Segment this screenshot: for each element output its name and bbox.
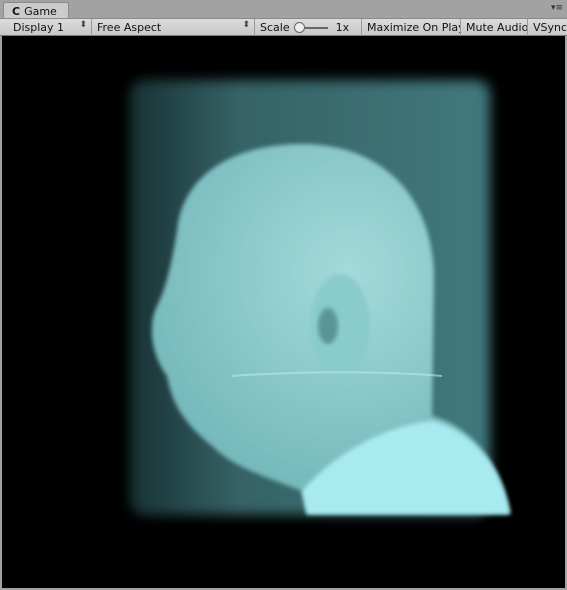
mute-label: Mute Audio (466, 21, 528, 34)
tab-bar: C Game ▾≡ (0, 0, 567, 19)
mute-audio-toggle[interactable]: Mute Audio (461, 19, 528, 36)
vsync-label: VSync (533, 21, 567, 34)
updown-arrow-icon: ⬍ (242, 20, 250, 30)
scale-control: Scale 1x (255, 19, 362, 36)
updown-arrow-icon: ⬍ (79, 20, 87, 30)
volume-render-image (130, 80, 510, 515)
game-toolbar: Display 1 ⬍ Free Aspect ⬍ Scale 1x Maximize… (0, 18, 567, 36)
tab-menu-icon[interactable]: ▾≡ (551, 3, 563, 13)
tab-label: Game (24, 5, 57, 18)
display-label: Display 1 (13, 21, 65, 34)
scale-label: Scale (260, 21, 290, 34)
vsync-toggle[interactable]: VSync (528, 19, 567, 36)
aspect-label: Free Aspect (97, 21, 162, 34)
display-dropdown[interactable]: Display 1 ⬍ (8, 19, 92, 36)
scale-slider[interactable] (293, 22, 328, 33)
maximize-on-play-toggle[interactable]: Maximize On Play (362, 19, 461, 36)
maximize-label: Maximize On Play (367, 21, 461, 34)
game-icon: C (12, 5, 21, 18)
tab-game[interactable]: C Game (3, 2, 69, 19)
scale-value: 1x (335, 21, 350, 34)
game-viewport[interactable] (2, 36, 565, 588)
scale-slider-knob[interactable] (293, 22, 305, 33)
aspect-dropdown[interactable]: Free Aspect ⬍ (92, 19, 255, 36)
